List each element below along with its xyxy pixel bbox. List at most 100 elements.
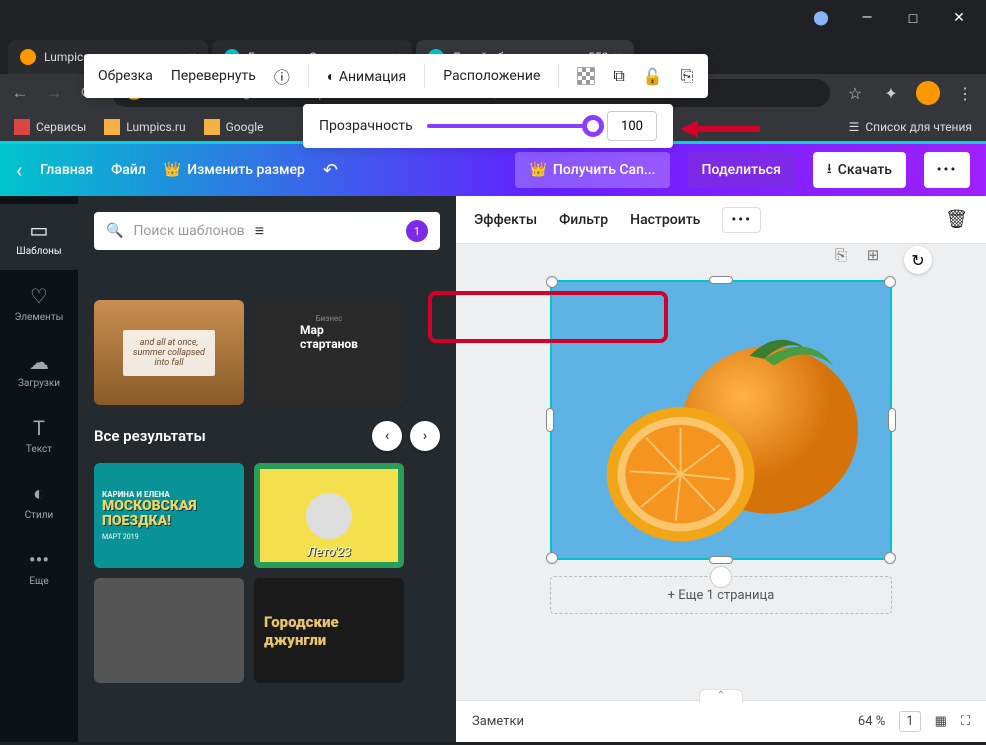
template-thumb[interactable]: and all at once, summer collapsed into f… (94, 300, 244, 405)
home-link[interactable]: Главная (40, 162, 93, 178)
zoom-level[interactable]: 64 % (858, 714, 885, 729)
template-search[interactable]: 🔍 Поиск шаблонов ≡ 1 (94, 212, 440, 250)
duplicate-page-icon[interactable]: ⎘ (830, 246, 852, 268)
topbar-more-button[interactable]: ••• (924, 152, 970, 188)
more-icon: ••• (29, 548, 49, 572)
image-toolbar: Эффекты Фильтр Настроить ••• 🗑 (456, 196, 986, 244)
sidebar-templates[interactable]: ▭Шаблоны (0, 204, 78, 270)
slider-thumb[interactable] (582, 115, 604, 137)
next-arrow[interactable]: › (410, 421, 440, 451)
styles-icon: ◐ (33, 481, 45, 506)
template-thumb[interactable]: Городские джунгли (254, 578, 404, 683)
sidebar-elements[interactable]: ♡Элементы (0, 270, 78, 336)
filter-icon[interactable]: ≡ (255, 221, 264, 241)
window-titlebar: ⬤ — □ ✕ (0, 0, 986, 36)
templates-icon: ▭ (30, 218, 49, 242)
resize-handle[interactable] (709, 556, 733, 564)
list-icon: ☰ (849, 120, 860, 134)
filter-badge: 1 (406, 220, 428, 242)
reading-list-button[interactable]: ☰Список для чтения (849, 120, 972, 134)
search-icon: 🔍 (106, 223, 123, 239)
download-button[interactable]: ⭳Скачать (813, 152, 906, 188)
sync-icon[interactable] (710, 566, 732, 588)
sidebar-uploads[interactable]: ☁Загрузки (0, 336, 78, 402)
sidebar-more[interactable]: •••Еще (0, 534, 78, 600)
page-count[interactable]: 1 (899, 711, 920, 732)
folder-icon (204, 119, 220, 135)
link-icon[interactable]: ⧉ (613, 66, 624, 86)
animation-icon: ◐ (327, 69, 339, 85)
add-page-button[interactable]: + Еще 1 страница (550, 576, 892, 614)
toolbar-more-button[interactable]: ••• (722, 207, 761, 233)
resize-handle[interactable] (709, 276, 733, 284)
bookmark-google[interactable]: Google (204, 119, 264, 135)
position-button[interactable]: Расположение (443, 68, 540, 84)
transparency-slider[interactable] (427, 124, 593, 128)
template-thumb[interactable] (94, 578, 244, 683)
adjust-button[interactable]: Настроить (630, 212, 700, 228)
favicon-icon (20, 49, 36, 65)
sidebar: ▭Шаблоны ♡Элементы ☁Загрузки TТекст ◐Сти… (0, 196, 78, 742)
maximize-button[interactable]: □ (890, 3, 936, 33)
elements-icon: ♡ (30, 284, 48, 308)
resize-handle[interactable] (546, 276, 558, 288)
notes-button[interactable]: Заметки (472, 714, 524, 729)
resize-handle[interactable] (546, 408, 554, 432)
minimize-button[interactable]: — (844, 3, 890, 33)
back-button[interactable]: ← (10, 83, 30, 103)
rotate-handle[interactable]: ↻ (904, 246, 932, 274)
footer-expand-icon[interactable]: ⌃ (699, 689, 743, 703)
folder-icon (104, 119, 120, 135)
sidebar-text[interactable]: TТекст (0, 402, 78, 468)
template-thumb[interactable]: БизнесМар стартанов (254, 300, 404, 405)
context-toolbar: Обрезка Перевернуть ⓘ ◐ Анимация Располо… (84, 54, 708, 98)
annotation-arrow (680, 114, 760, 144)
resize-handle[interactable] (884, 276, 896, 288)
lock-icon[interactable]: 🔓 (643, 67, 663, 86)
text-icon: T (33, 416, 45, 440)
extensions-icon[interactable]: ✦ (880, 84, 902, 103)
browser-menu-icon[interactable]: ⋮ (954, 84, 976, 103)
animation-button[interactable]: ◐ Анимация (327, 68, 406, 85)
copy-icon[interactable]: ⎘ (681, 66, 694, 86)
info-icon[interactable]: ⓘ (274, 64, 290, 88)
profile-avatar[interactable] (916, 81, 940, 105)
grid-icon (14, 119, 30, 135)
add-page-icon[interactable]: ⊞ (862, 246, 884, 268)
canva-topbar: ‹ Главная Файл 👑Изменить размер ↶ 👑Получ… (0, 144, 986, 196)
close-button[interactable]: ✕ (936, 3, 982, 33)
canvas-footer: ⌃ Заметки 64 % 1 ▦ ⛶ (456, 700, 986, 742)
crown-icon: 👑 (164, 162, 181, 178)
flip-button[interactable]: Перевернуть (171, 68, 256, 84)
transparency-value[interactable]: 100 (607, 111, 657, 141)
resize-handle[interactable] (884, 552, 896, 564)
prev-arrow[interactable]: ‹ (372, 421, 402, 451)
forward-button[interactable]: → (44, 83, 64, 103)
delete-button[interactable]: 🗑 (945, 209, 968, 230)
resize-button[interactable]: 👑Изменить размер (164, 162, 305, 178)
filter-button[interactable]: Фильтр (559, 212, 608, 228)
resize-handle[interactable] (546, 552, 558, 564)
template-thumb[interactable]: Лето'23 (254, 463, 404, 568)
bookmark-lumpics[interactable]: Lumpics.ru (104, 119, 185, 135)
transparency-icon[interactable] (577, 67, 595, 85)
search-placeholder: Поиск шаблонов (133, 223, 244, 239)
get-canva-button[interactable]: 👑Получить Can... (515, 152, 669, 188)
canvas-area: Эффекты Фильтр Настроить ••• 🗑 ⎘ ⊞ ↻ (456, 196, 986, 742)
crop-button[interactable]: Обрезка (98, 68, 153, 84)
share-button[interactable]: Поделиться (688, 152, 795, 188)
home-back-icon[interactable]: ‹ (16, 158, 22, 182)
resize-handle[interactable] (888, 408, 896, 432)
update-icon[interactable]: ⬤ (798, 3, 844, 33)
templates-panel: 🔍 Поиск шаблонов ≡ 1 and all at once, su… (78, 196, 456, 742)
undo-button[interactable]: ↶ (323, 160, 338, 181)
transparency-label: Прозрачность (319, 118, 413, 134)
fullscreen-icon[interactable]: ⛶ (961, 714, 970, 729)
bookmark-services[interactable]: Сервисы (14, 119, 86, 135)
star-icon[interactable]: ☆ (844, 84, 866, 103)
sidebar-styles[interactable]: ◐Стили (0, 468, 78, 534)
file-menu[interactable]: Файл (111, 162, 146, 178)
effects-button[interactable]: Эффекты (474, 212, 537, 228)
grid-view-icon[interactable]: ▦ (935, 714, 947, 729)
template-thumb[interactable]: КАРИНА И ЕЛЕНА МОСКОВСКАЯ ПОЕЗДКА! МАРТ … (94, 463, 244, 568)
